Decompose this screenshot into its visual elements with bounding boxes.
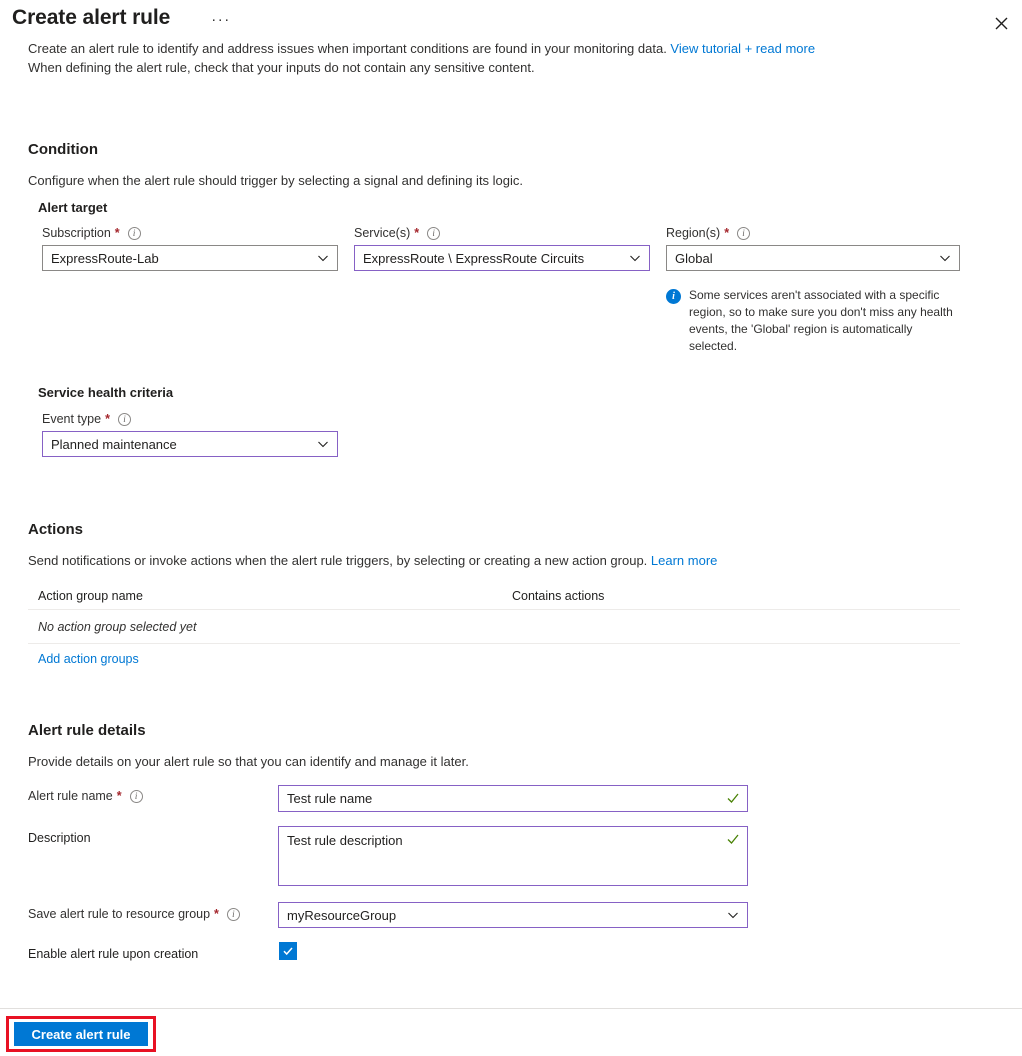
- alert-rule-name-required-marker: *: [116, 789, 122, 803]
- regions-value: Global: [675, 250, 713, 266]
- more-options-icon[interactable]: ···: [208, 12, 234, 34]
- service-health-criteria-heading: Service health criteria: [38, 385, 174, 400]
- alert-target-heading: Alert target: [38, 200, 108, 215]
- info-icon[interactable]: i: [129, 789, 143, 803]
- checkmark-icon: [283, 947, 293, 956]
- subscription-label: Subscription * i: [42, 226, 141, 240]
- chevron-down-icon: [317, 252, 329, 264]
- regions-dropdown[interactable]: Global: [666, 245, 960, 271]
- column-header-action-group-name: Action group name: [38, 588, 143, 603]
- region-info-text: Some services aren't associated with a s…: [689, 288, 953, 353]
- regions-required-marker: *: [724, 226, 730, 240]
- actions-heading: Actions: [28, 521, 84, 538]
- info-icon[interactable]: i: [226, 907, 240, 921]
- intro-line1: Create an alert rule to identify and add…: [28, 41, 671, 56]
- event-type-required-marker: *: [105, 412, 110, 426]
- action-groups-table: Action group name Contains actions No ac…: [28, 582, 960, 674]
- chevron-down-icon: [939, 252, 951, 264]
- alert-rule-name-input[interactable]: [278, 785, 748, 812]
- info-icon[interactable]: i: [427, 226, 441, 240]
- services-label: Service(s) * i: [354, 226, 441, 240]
- intro-text: Create an alert rule to identify and add…: [28, 39, 968, 77]
- resource-group-dropdown[interactable]: myResourceGroup: [278, 902, 748, 928]
- learn-more-link[interactable]: Learn more: [651, 553, 717, 568]
- table-header-row: Action group name Contains actions: [28, 582, 960, 610]
- view-tutorial-link[interactable]: View tutorial + read more: [670, 41, 815, 56]
- services-label-text: Service(s): [354, 226, 411, 240]
- create-alert-rule-button[interactable]: Create alert rule: [14, 1022, 148, 1046]
- resource-group-value: myResourceGroup: [287, 907, 397, 923]
- event-type-dropdown[interactable]: Planned maintenance: [42, 431, 338, 457]
- info-icon[interactable]: i: [117, 412, 131, 426]
- add-action-groups-link[interactable]: Add action groups: [38, 652, 139, 666]
- chevron-down-icon: [727, 909, 739, 921]
- services-dropdown[interactable]: ExpressRoute \ ExpressRoute Circuits: [354, 245, 650, 271]
- description-field-wrap: Test rule description: [278, 826, 748, 889]
- info-icon[interactable]: i: [737, 226, 751, 240]
- subscription-value: ExpressRoute-Lab: [51, 250, 159, 266]
- close-icon[interactable]: [986, 8, 1016, 38]
- resource-group-label: Save alert rule to resource group * i: [28, 907, 240, 921]
- add-action-groups-row: Add action groups: [28, 644, 960, 674]
- alert-rule-name-label: Alert rule name * i: [28, 789, 143, 803]
- actions-subtitle: Send notifications or invoke actions whe…: [28, 553, 717, 568]
- condition-heading: Condition: [28, 141, 98, 158]
- resource-group-label-text: Save alert rule to resource group: [28, 907, 211, 921]
- event-type-label: Event type * i: [42, 412, 131, 426]
- table-row: No action group selected yet: [28, 610, 960, 644]
- event-type-value: Planned maintenance: [51, 436, 177, 452]
- info-circle-icon: i: [666, 289, 681, 304]
- chevron-down-icon: [629, 252, 641, 264]
- chevron-down-icon: [317, 438, 329, 450]
- enable-alert-rule-label: Enable alert rule upon creation: [28, 947, 199, 961]
- description-label: Description: [28, 831, 91, 845]
- alert-rule-name-field-wrap: [278, 785, 748, 812]
- region-info-callout: i Some services aren't associated with a…: [666, 287, 956, 355]
- resource-group-required-marker: *: [214, 907, 219, 921]
- actions-subtitle-text: Send notifications or invoke actions whe…: [28, 553, 651, 568]
- regions-label-text: Region(s): [666, 226, 721, 240]
- alert-rule-details-subtitle: Provide details on your alert rule so th…: [28, 754, 469, 769]
- footer-divider: [0, 1008, 1022, 1009]
- subscription-dropdown[interactable]: ExpressRoute-Lab: [42, 245, 338, 271]
- column-header-contains-actions: Contains actions: [512, 588, 605, 603]
- regions-label: Region(s) * i: [666, 226, 751, 240]
- subscription-label-text: Subscription: [42, 226, 111, 240]
- alert-rule-name-label-text: Alert rule name: [28, 789, 113, 803]
- empty-state-text: No action group selected yet: [38, 619, 197, 634]
- services-required-marker: *: [414, 226, 420, 240]
- subscription-required-marker: *: [114, 226, 120, 240]
- info-icon[interactable]: i: [127, 226, 141, 240]
- alert-rule-details-heading: Alert rule details: [28, 722, 146, 739]
- condition-subtitle: Configure when the alert rule should tri…: [28, 173, 524, 188]
- enable-alert-rule-checkbox[interactable]: [279, 942, 297, 960]
- page-title: Create alert rule: [12, 6, 171, 29]
- services-value: ExpressRoute \ ExpressRoute Circuits: [363, 250, 585, 266]
- description-textarea[interactable]: Test rule description: [278, 826, 748, 886]
- event-type-label-text: Event type: [42, 412, 102, 426]
- intro-line2: When defining the alert rule, check that…: [28, 60, 535, 75]
